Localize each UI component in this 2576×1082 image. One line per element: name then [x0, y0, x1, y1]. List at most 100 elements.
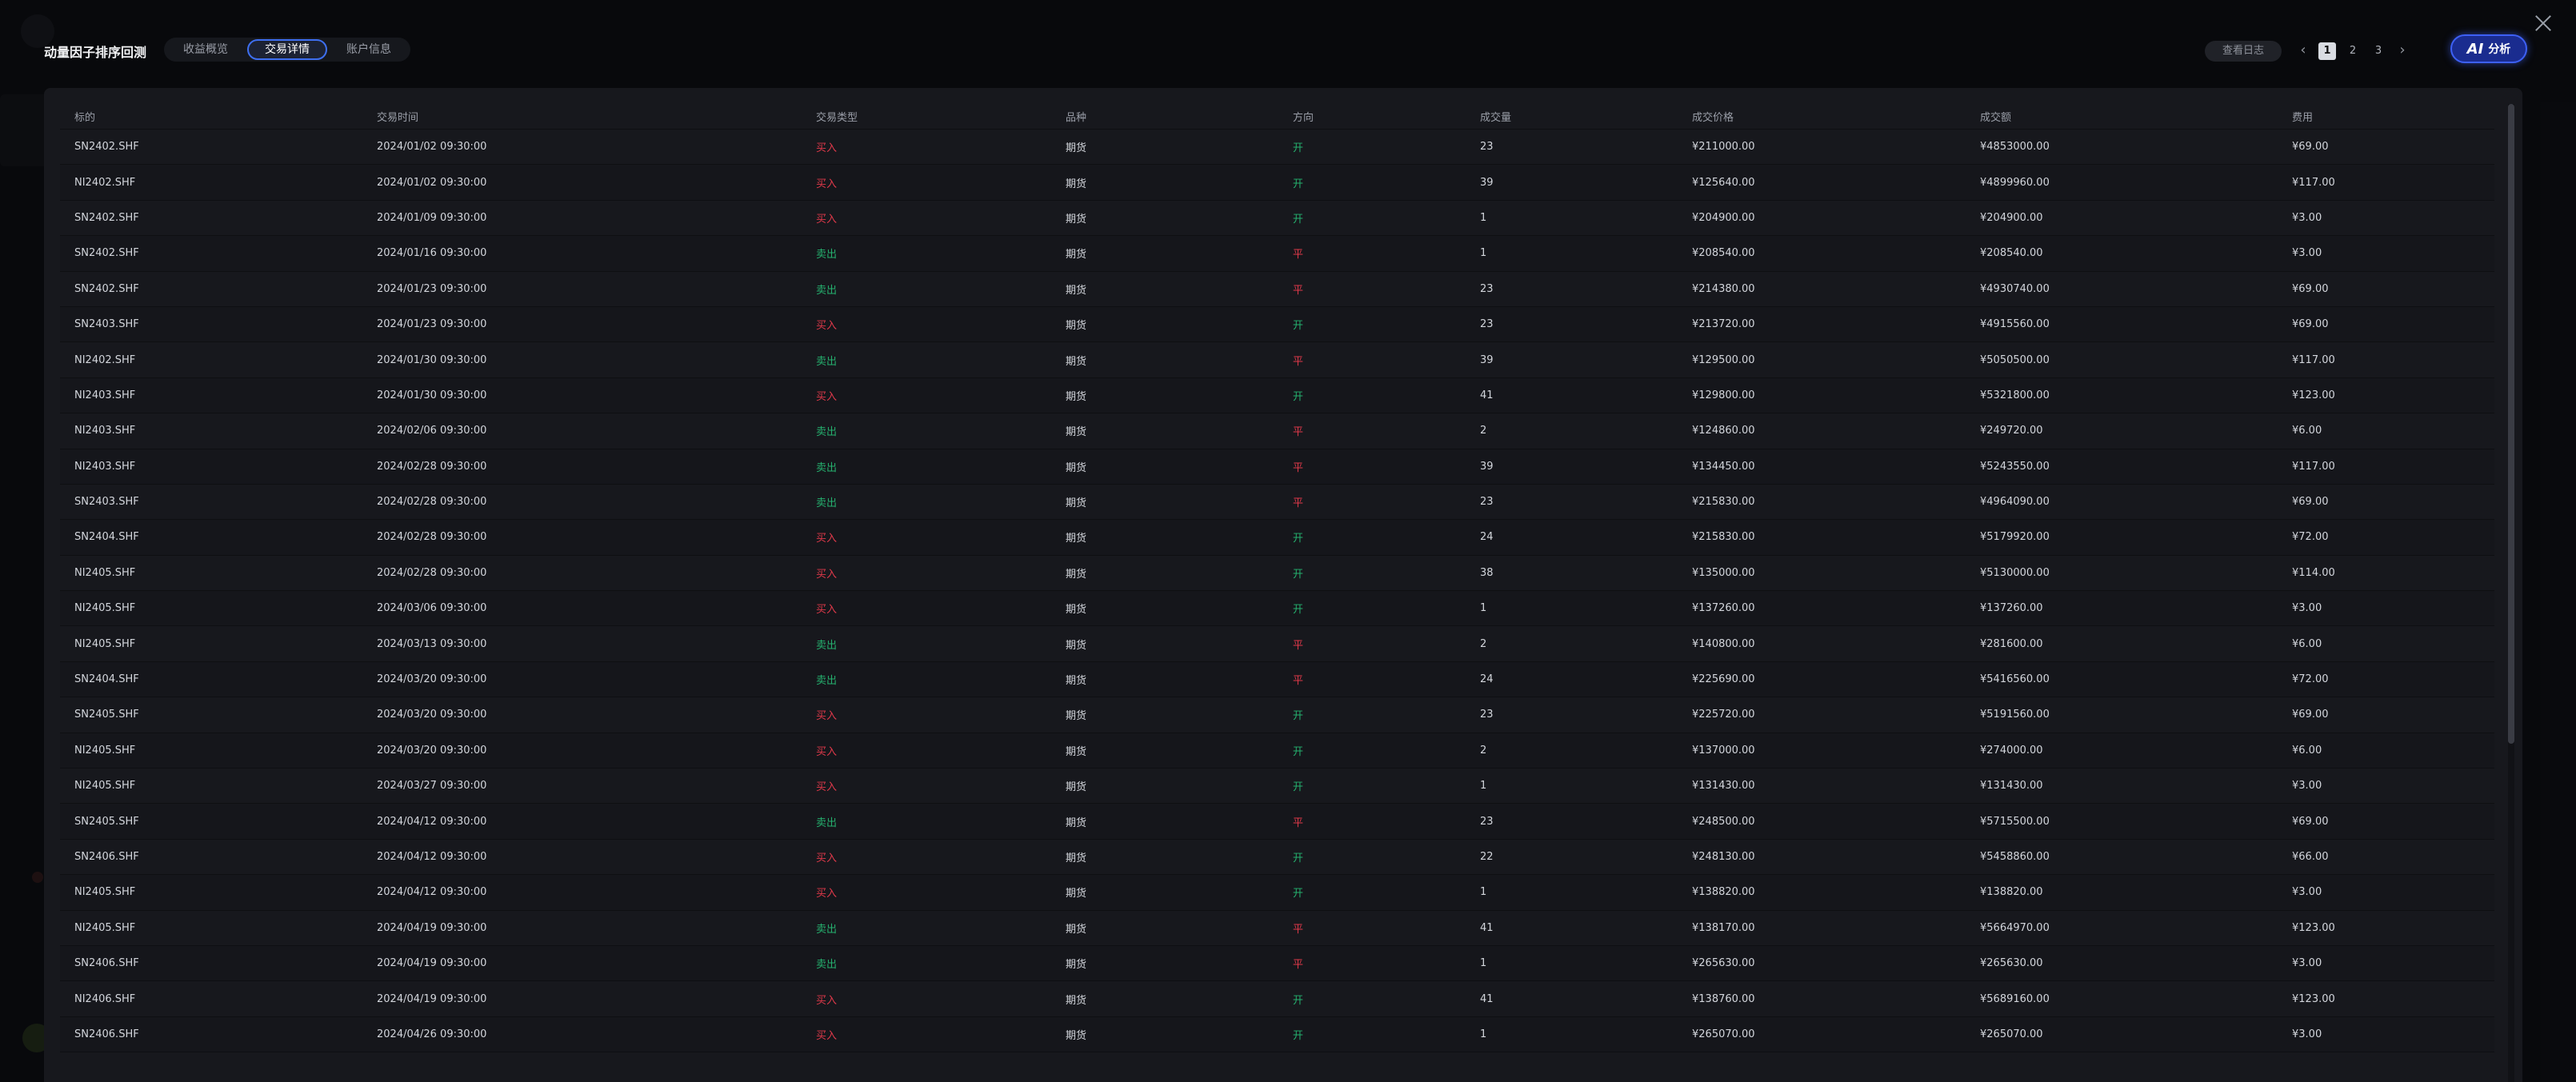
- trade-details-panel: 标的 交易时间 交易类型 品种 方向 成交量 成交价格 成交额 费用 SN240…: [44, 88, 2522, 1082]
- cell-volume: 1: [1480, 780, 1487, 793]
- table-row: SN2402.SHF 2024/01/02 09:30:00 买入 期货 开 23 ¥211…: [60, 130, 2494, 166]
- table-scrollbar[interactable]: [2508, 104, 2514, 1082]
- page-1[interactable]: 1: [2318, 42, 2336, 60]
- page-2[interactable]: 2: [2344, 42, 2362, 60]
- tab-account-info[interactable]: 账户信息: [330, 39, 407, 60]
- cell-direction: 开: [1293, 852, 1304, 864]
- cell-variety: 期货: [1066, 213, 1087, 226]
- cell-type: 买入: [816, 604, 838, 617]
- cell-volume: 23: [1480, 496, 1494, 509]
- cell-type: 卖出: [816, 497, 838, 510]
- cell-variety: 期货: [1066, 461, 1087, 474]
- cell-type: 卖出: [816, 923, 838, 936]
- cell-time: 2024/03/27 09:30:00: [377, 780, 487, 793]
- cell-volume: 41: [1480, 389, 1494, 401]
- cell-symbol: NI2406.SHF: [74, 992, 136, 1005]
- cell-price: ¥265070.00: [1692, 1028, 1755, 1040]
- table-row: NI2403.SHF 2024/02/28 09:30:00 卖出 期货 平 39 ¥134…: [60, 449, 2494, 485]
- cell-type: 买入: [816, 142, 838, 155]
- col-header-symbol: 标的: [74, 112, 96, 124]
- cell-variety: 期货: [1066, 142, 1087, 155]
- cell-direction: 开: [1293, 888, 1304, 900]
- cell-price: ¥204900.00: [1692, 211, 1755, 224]
- cell-time: 2024/04/12 09:30:00: [377, 815, 487, 828]
- cell-time: 2024/01/30 09:30:00: [377, 353, 487, 366]
- cell-amount: ¥4899960.00: [1980, 176, 2050, 189]
- cell-price: ¥248130.00: [1692, 851, 1755, 863]
- cell-variety: 期货: [1066, 923, 1087, 936]
- cell-volume: 22: [1480, 851, 1494, 863]
- cell-symbol: SN2404.SHF: [74, 673, 139, 686]
- cell-direction: 平: [1293, 497, 1304, 510]
- cell-time: 2024/03/06 09:30:00: [377, 602, 487, 615]
- cell-symbol: NI2405.SHF: [74, 780, 136, 793]
- cell-amount: ¥137260.00: [1980, 602, 2043, 615]
- cell-price: ¥129500.00: [1692, 353, 1755, 366]
- cell-direction: 平: [1293, 426, 1304, 439]
- col-header-variety: 品种: [1066, 112, 1087, 124]
- cell-volume: 24: [1480, 531, 1494, 544]
- cell-symbol: NI2403.SHF: [74, 389, 136, 401]
- cell-volume: 2: [1480, 637, 1487, 650]
- cell-variety: 期货: [1066, 497, 1087, 510]
- cell-volume: 23: [1480, 282, 1494, 295]
- cell-amount: ¥4915560.00: [1980, 318, 2050, 331]
- cell-variety: 期货: [1066, 390, 1087, 403]
- cell-price: ¥138760.00: [1692, 992, 1755, 1005]
- cell-amount: ¥4930740.00: [1980, 282, 2050, 295]
- cell-variety: 期货: [1066, 320, 1087, 333]
- view-log-button[interactable]: 查看日志: [2205, 41, 2282, 62]
- cell-fee: ¥69.00: [2292, 282, 2329, 295]
- cell-fee: ¥117.00: [2292, 353, 2335, 366]
- cell-fee: ¥3.00: [2292, 1028, 2322, 1040]
- cell-time: 2024/04/12 09:30:00: [377, 851, 487, 863]
- ai-button-label: 分析: [2488, 43, 2511, 56]
- scrollbar-thumb[interactable]: [2508, 104, 2514, 744]
- cell-direction: 开: [1293, 604, 1304, 617]
- cell-volume: 41: [1480, 921, 1494, 934]
- cell-variety: 期货: [1066, 355, 1087, 368]
- prev-page-icon[interactable]: ‹: [2296, 41, 2310, 62]
- cell-price: ¥214380.00: [1692, 282, 1755, 295]
- cell-time: 2024/03/20 09:30:00: [377, 709, 487, 721]
- cell-fee: ¥69.00: [2292, 318, 2329, 331]
- cell-symbol: SN2402.SHF: [74, 247, 139, 260]
- table-row: NI2405.SHF 2024/03/06 09:30:00 买入 期货 开 1 ¥1372…: [60, 591, 2494, 627]
- cell-amount: ¥5130000.00: [1980, 566, 2050, 579]
- cell-time: 2024/02/28 09:30:00: [377, 460, 487, 473]
- cell-fee: ¥72.00: [2292, 531, 2329, 544]
- cell-type: 卖出: [816, 426, 838, 439]
- ai-analysis-button[interactable]: AI 分析: [2450, 34, 2527, 63]
- cell-variety: 期货: [1066, 959, 1087, 972]
- cell-fee: ¥69.00: [2292, 141, 2329, 154]
- cell-price: ¥138820.00: [1692, 886, 1755, 899]
- tab-trade-details[interactable]: 交易详情: [247, 39, 327, 60]
- cell-variety: 期货: [1066, 816, 1087, 829]
- page-3[interactable]: 3: [2370, 42, 2387, 60]
- tab-returns-overview[interactable]: 收益概览: [167, 39, 244, 60]
- modal-title: 动量因子排序回测: [44, 45, 147, 60]
- cell-variety: 期货: [1066, 568, 1087, 581]
- cell-type: 买入: [816, 888, 838, 900]
- cell-amount: ¥5458860.00: [1980, 851, 2050, 863]
- cell-symbol: SN2402.SHF: [74, 141, 139, 154]
- cell-price: ¥129800.00: [1692, 389, 1755, 401]
- cell-fee: ¥123.00: [2292, 389, 2335, 401]
- cell-type: 买入: [816, 533, 838, 545]
- cell-amount: ¥281600.00: [1980, 637, 2043, 650]
- table-row: NI2402.SHF 2024/01/30 09:30:00 卖出 期货 平 39 ¥129…: [60, 342, 2494, 378]
- cell-amount: ¥4853000.00: [1980, 141, 2050, 154]
- cell-symbol: NI2405.SHF: [74, 566, 136, 579]
- close-icon[interactable]: [2531, 11, 2555, 35]
- cell-amount: ¥208540.00: [1980, 247, 2043, 260]
- cell-amount: ¥5715500.00: [1980, 815, 2050, 828]
- cell-symbol: NI2403.SHF: [74, 425, 136, 437]
- next-page-icon[interactable]: ›: [2395, 41, 2410, 62]
- cell-time: 2024/04/19 09:30:00: [377, 957, 487, 970]
- cell-time: 2024/03/20 09:30:00: [377, 673, 487, 686]
- cell-type: 买入: [816, 390, 838, 403]
- cell-symbol: SN2406.SHF: [74, 957, 139, 970]
- table-row: NI2403.SHF 2024/01/30 09:30:00 买入 期货 开 41 ¥129…: [60, 377, 2494, 414]
- cell-direction: 平: [1293, 249, 1304, 262]
- cell-direction: 开: [1293, 533, 1304, 545]
